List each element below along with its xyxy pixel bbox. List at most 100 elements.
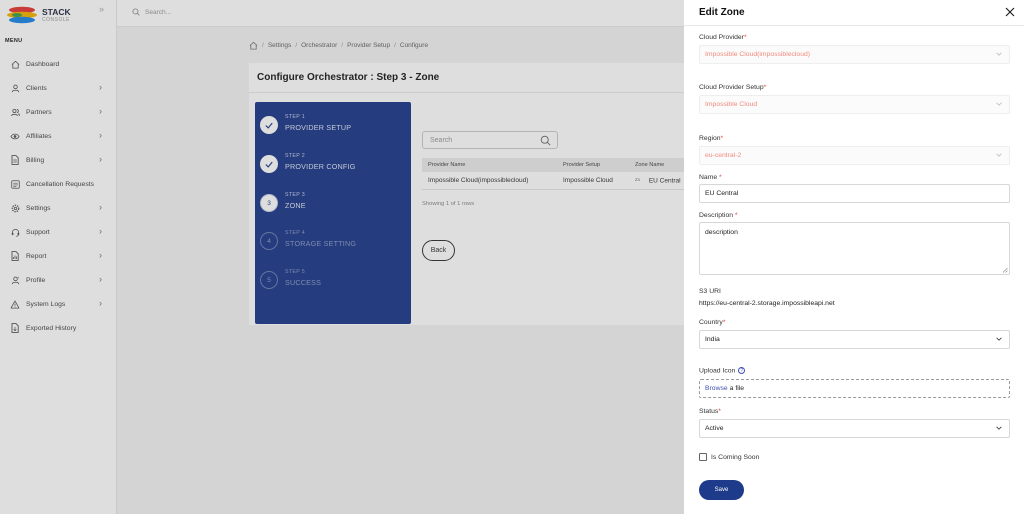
name-input[interactable]: EU Central xyxy=(699,184,1010,203)
sidebar-item-label: Billing xyxy=(26,156,45,164)
sidebar-item-label: Report xyxy=(26,252,47,260)
description-label: Description * xyxy=(699,212,738,219)
chevron-down-icon xyxy=(996,337,1002,341)
table-search-input[interactable]: Search xyxy=(422,131,558,149)
sidebar-item-profile[interactable]: Profile › xyxy=(0,268,117,292)
chevron-right-icon: › xyxy=(99,250,102,260)
chevron-right-icon: › xyxy=(99,274,102,284)
sidebar-item-affiliates[interactable]: Affiliates › xyxy=(0,124,117,148)
column-header-provider-setup[interactable]: Provider Setup xyxy=(563,162,600,168)
sidebar-item-support[interactable]: Support › xyxy=(0,220,117,244)
rows-count: Showing 1 of 1 rows xyxy=(422,201,475,207)
sidebar-item-label: Settings xyxy=(26,204,51,212)
eye-icon xyxy=(10,131,20,141)
top-bar: Search... xyxy=(117,0,684,27)
resize-handle-icon[interactable] xyxy=(1002,267,1008,273)
browse-link[interactable]: Browse xyxy=(705,385,728,392)
warning-icon xyxy=(10,299,20,309)
description-textarea[interactable]: description xyxy=(699,222,1010,275)
breadcrumb-item-current: Configure xyxy=(399,42,429,49)
sidebar-item-system-logs[interactable]: System Logs › xyxy=(0,292,117,316)
sidebar-item-cancellation-requests[interactable]: Cancellation Requests xyxy=(0,172,117,196)
step-success[interactable]: 5 STEP 5 SUCCESS xyxy=(260,267,400,297)
breadcrumb-separator: / xyxy=(341,42,344,49)
table-search-placeholder: Search xyxy=(430,136,453,144)
step-label: STEP 5 xyxy=(285,269,305,275)
country-label: Country* xyxy=(699,319,726,326)
collapse-sidebar-icon[interactable]: » xyxy=(99,4,104,14)
panel-title: Edit Zone xyxy=(699,7,745,18)
upload-icon-dropzone[interactable]: Browse a file xyxy=(699,379,1010,398)
sidebar-item-exported-history[interactable]: Exported History xyxy=(0,316,117,340)
breadcrumb-separator: / xyxy=(295,42,298,49)
file-icon xyxy=(10,155,20,165)
upload-icon-label: Upload Icon? xyxy=(699,367,746,374)
step-provider-setup[interactable]: STEP 1 PROVIDER SETUP xyxy=(260,112,400,142)
status-select[interactable]: Active xyxy=(699,419,1010,438)
global-search-input[interactable]: Search... xyxy=(132,8,171,16)
sidebar-item-label: Exported History xyxy=(26,324,77,332)
breadcrumb-item[interactable]: Orchestrator xyxy=(301,42,337,49)
chevron-right-icon: › xyxy=(99,154,102,164)
step-provider-config[interactable]: STEP 2 PROVIDER CONFIG xyxy=(260,151,400,181)
step-number: 4 xyxy=(260,232,278,250)
step-label: STEP 1 xyxy=(285,114,305,120)
zone-image-icon: Zo xyxy=(635,176,641,182)
breadcrumb-separator: / xyxy=(262,42,264,49)
step-zone[interactable]: 3 STEP 3 ZONE xyxy=(260,190,400,220)
home-icon[interactable] xyxy=(249,41,258,50)
country-select[interactable]: India xyxy=(699,330,1010,349)
sidebar-item-dashboard[interactable]: Dashboard xyxy=(0,52,117,76)
sidebar-item-label: Cancellation Requests xyxy=(26,180,95,188)
chevron-right-icon: › xyxy=(99,298,102,308)
table-header: Provider Name Provider Setup Zone Name xyxy=(422,158,684,172)
chevron-down-icon xyxy=(996,52,1002,56)
s3-uri-label: S3 URI xyxy=(699,288,721,295)
sidebar-item-billing[interactable]: Billing › xyxy=(0,148,117,172)
brand-logo[interactable]: STACK CONSOLE xyxy=(5,6,113,26)
coming-soon-checkbox[interactable] xyxy=(699,453,707,461)
sidebar-item-report[interactable]: Report › xyxy=(0,244,117,268)
step-name: ZONE xyxy=(285,201,306,210)
column-header-zone-name[interactable]: Zone Name xyxy=(635,162,664,168)
cell-provider-setup: Impossible Cloud xyxy=(563,177,613,184)
sidebar-item-partners[interactable]: Partners › xyxy=(0,100,117,124)
cloud-provider-setup-label: Cloud Provider Setup* xyxy=(699,84,767,91)
sidebar-item-label: Affiliates xyxy=(26,132,52,140)
close-icon[interactable] xyxy=(1004,6,1016,18)
cell-provider-name: Impossible Cloud(impossiblecloud) xyxy=(428,177,529,184)
save-button[interactable]: Save xyxy=(699,480,744,500)
coming-soon-label[interactable]: Is Coming Soon xyxy=(711,454,759,461)
step-number: 3 xyxy=(260,194,278,212)
chevron-right-icon: › xyxy=(99,202,102,212)
step-number: 5 xyxy=(260,271,278,289)
breadcrumb-item[interactable]: Settings xyxy=(268,42,292,49)
breadcrumb-separator: / xyxy=(394,42,396,49)
step-label: STEP 4 xyxy=(285,230,305,236)
cloud-provider-select[interactable]: Impossible Cloud(impossiblecloud) xyxy=(699,45,1010,64)
sidebar-nav: Dashboard Clients › Partners › Affiliate… xyxy=(0,52,117,340)
sidebar: STACK CONSOLE » MENU Dashboard Clients ›… xyxy=(0,0,117,514)
search-icon xyxy=(540,135,551,146)
steps-panel: STEP 1 PROVIDER SETUP STEP 2 PROVIDER CO… xyxy=(255,102,411,324)
sidebar-item-clients[interactable]: Clients › xyxy=(0,76,117,100)
table-row[interactable]: Impossible Cloud(impossiblecloud) Imposs… xyxy=(422,172,684,190)
report-icon xyxy=(10,251,20,261)
help-icon[interactable]: ? xyxy=(738,367,746,374)
user-icon xyxy=(10,83,20,93)
sidebar-item-label: Clients xyxy=(26,84,47,92)
cloud-provider-setup-select[interactable]: Impossible Cloud xyxy=(699,95,1010,114)
coming-soon-row: Is Coming Soon xyxy=(699,453,759,461)
region-value: eu-central-2 xyxy=(705,152,742,159)
step-storage-setting[interactable]: 4 STEP 4 STORAGE SETTING xyxy=(260,228,400,258)
chevron-right-icon: › xyxy=(99,130,102,140)
cell-zone-name: Zo EU Central xyxy=(635,177,681,185)
back-button[interactable]: Back xyxy=(422,240,455,261)
breadcrumb-item[interactable]: Provider Setup xyxy=(347,42,390,49)
stack-logo-icon xyxy=(7,6,37,24)
region-select[interactable]: eu-central-2 xyxy=(699,146,1010,165)
divider xyxy=(249,92,684,93)
column-header-provider-name[interactable]: Provider Name xyxy=(428,162,465,168)
sidebar-item-settings[interactable]: Settings › xyxy=(0,196,117,220)
sidebar-item-label: Dashboard xyxy=(26,60,60,68)
